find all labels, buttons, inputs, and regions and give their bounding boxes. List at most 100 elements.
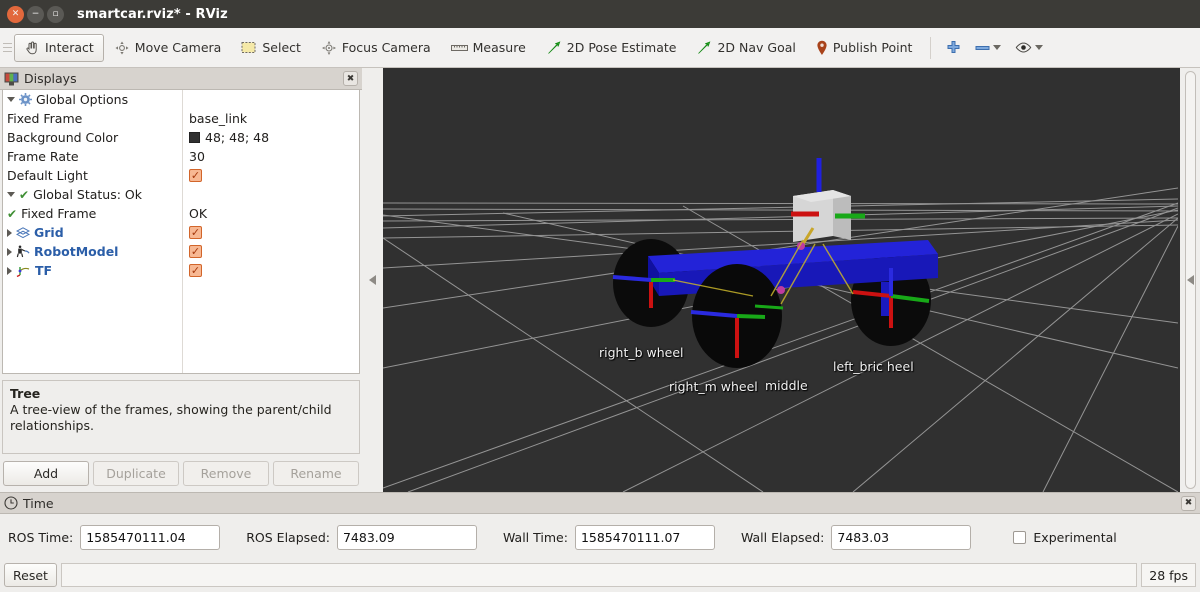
main-toolbar: Interact Move Camera Select Focus Camera…: [0, 28, 1200, 68]
displays-close-button[interactable]: ✖: [343, 71, 358, 86]
remove-tool-button[interactable]: [968, 34, 1008, 62]
add-display-button[interactable]: Add: [3, 461, 89, 486]
displays-panel-header: Displays ✖: [0, 68, 362, 90]
window-title: smartcar.rviz* - RViz: [77, 6, 228, 22]
hand-cursor-icon: [24, 40, 40, 56]
tree-value-status-fixed-frame: OK: [189, 206, 208, 221]
time-close-button[interactable]: ✖: [1181, 495, 1196, 511]
wall-elapsed-input[interactable]: 7483.03: [831, 524, 972, 550]
tree-label-background-color: Background Color: [7, 130, 119, 145]
green-arrow-icon: [546, 40, 562, 56]
tree-column-divider: [182, 90, 183, 373]
tool-2d-nav-goal[interactable]: 2D Nav Goal: [686, 34, 805, 62]
tree-label-default-light: Default Light: [7, 168, 88, 183]
chevron-right-icon[interactable]: [7, 266, 12, 275]
collapse-left-icon[interactable]: [369, 275, 376, 285]
wall-time-label: Wall Time:: [502, 529, 568, 545]
time-panel-title: Time: [23, 495, 54, 511]
tree-label-status-fixed-frame: Fixed Frame: [21, 206, 97, 221]
tree-row-robotmodel[interactable]: RobotModel ✓: [3, 242, 359, 261]
visibility-button[interactable]: [1008, 34, 1050, 62]
right-splitter[interactable]: [1180, 68, 1200, 492]
tool-publish-point[interactable]: Publish Point: [806, 34, 923, 62]
tool-interact[interactable]: Interact: [14, 33, 104, 62]
tf-axes-icon: [16, 264, 31, 277]
window-minimize-button[interactable]: −: [27, 5, 44, 23]
tree-row-grid[interactable]: Grid ✓: [3, 223, 359, 242]
window-close-button[interactable]: ✕: [7, 5, 24, 23]
tree-label-global-options: Global Options: [36, 92, 129, 107]
tree-value-frame-rate[interactable]: 30: [189, 149, 205, 164]
chevron-down-icon[interactable]: [993, 45, 1002, 50]
toolbar-grip[interactable]: [3, 37, 12, 59]
main-area: Displays ✖ Global Options Fixed Frame ba…: [0, 68, 1200, 492]
tree-row-tf[interactable]: TF ✓: [3, 261, 359, 280]
help-title: Tree: [10, 386, 41, 401]
help-text: A tree-view of the frames, showing the p…: [10, 402, 332, 433]
tree-value-fixed-frame[interactable]: base_link: [189, 111, 247, 126]
checkbox-robotmodel[interactable]: ✓: [189, 245, 202, 258]
tree-value-background-color[interactable]: 48; 48; 48: [205, 130, 269, 145]
tree-row-global-options[interactable]: Global Options: [3, 90, 359, 109]
tree-row-status-fixed-frame[interactable]: ✔ Fixed Frame OK: [3, 204, 359, 223]
ros-time-input[interactable]: 1585470111.04: [80, 524, 221, 550]
experimental-label: Experimental: [1033, 529, 1117, 545]
move-camera-icon: [114, 40, 130, 56]
minus-icon: [975, 44, 990, 52]
chevron-down-icon[interactable]: [1035, 45, 1044, 50]
green-arrow-icon: [696, 40, 712, 56]
tool-measure-label: Measure: [472, 40, 526, 55]
status-message-field: [60, 563, 1138, 587]
select-rect-icon: [241, 41, 257, 54]
ros-elapsed-input[interactable]: 7483.09: [336, 524, 477, 550]
frame-label-right-front-wheel: right_m wheel: [669, 379, 758, 394]
chevron-right-icon[interactable]: [7, 247, 12, 256]
window-titlebar: ✕ − ▫ smartcar.rviz* - RViz: [0, 0, 1200, 28]
check-icon: ✔: [19, 187, 30, 202]
wall-elapsed-label: Wall Elapsed:: [740, 529, 825, 545]
tree-row-background-color[interactable]: Background Color 48; 48; 48: [3, 128, 359, 147]
tool-select[interactable]: Select: [231, 34, 311, 62]
tree-row-global-status[interactable]: ✔ Global Status: Ok: [3, 185, 359, 204]
right-splitter-bar[interactable]: [1184, 71, 1196, 489]
tree-label-tf: TF: [35, 263, 53, 278]
displays-monitor-icon: [4, 72, 19, 86]
collapse-right-icon[interactable]: [1186, 275, 1194, 285]
chevron-down-icon[interactable]: [7, 192, 15, 197]
wall-time-input[interactable]: 1585470111.07: [574, 524, 715, 550]
reset-button[interactable]: Reset: [4, 563, 57, 587]
experimental-checkbox[interactable]: [1013, 530, 1027, 544]
displays-tree[interactable]: Global Options Fixed Frame base_link Bac…: [2, 90, 360, 374]
window-maximize-button[interactable]: ▫: [47, 5, 64, 23]
tree-row-fixed-frame[interactable]: Fixed Frame base_link: [3, 109, 359, 128]
tool-focus-camera[interactable]: Focus Camera: [311, 34, 441, 62]
status-bar: Reset 28 fps: [0, 560, 1200, 590]
tool-2d-nav-goal-label: 2D Nav Goal: [717, 40, 796, 55]
tool-focus-camera-label: Focus Camera: [341, 40, 431, 55]
checkbox-tf[interactable]: ✓: [189, 264, 202, 277]
tree-label-grid: Grid: [34, 225, 64, 240]
ros-time-label: ROS Time:: [8, 529, 74, 545]
tree-label-frame-rate: Frame Rate: [7, 149, 79, 164]
check-icon: ✔: [7, 206, 18, 221]
tool-move-camera[interactable]: Move Camera: [104, 34, 232, 62]
checkbox-grid[interactable]: ✓: [189, 226, 202, 239]
left-splitter[interactable]: [362, 68, 383, 492]
frame-label-middle: middle: [765, 378, 808, 393]
tree-row-default-light[interactable]: Default Light ✓: [3, 166, 359, 185]
color-swatch[interactable]: [189, 132, 200, 143]
tool-interact-label: Interact: [45, 40, 94, 55]
time-panel: Time ✖ ROS Time: 1585470111.04 ROS Elaps…: [0, 492, 1200, 592]
ros-elapsed-label: ROS Elapsed:: [246, 529, 330, 545]
tree-row-frame-rate[interactable]: Frame Rate 30: [3, 147, 359, 166]
chevron-right-icon[interactable]: [7, 228, 12, 237]
add-tool-button[interactable]: [939, 34, 968, 62]
chevron-down-icon[interactable]: [7, 97, 15, 102]
rename-display-button: Rename: [273, 461, 359, 486]
tool-2d-pose-estimate[interactable]: 2D Pose Estimate: [536, 34, 687, 62]
tool-measure[interactable]: Measure: [441, 34, 536, 62]
displays-button-row: Add Duplicate Remove Rename: [0, 454, 362, 492]
render-viewport-3d[interactable]: right_b wheel right_m wheel middle left_…: [383, 68, 1180, 492]
tool-move-camera-label: Move Camera: [134, 40, 222, 55]
checkbox-default-light[interactable]: ✓: [189, 169, 202, 182]
